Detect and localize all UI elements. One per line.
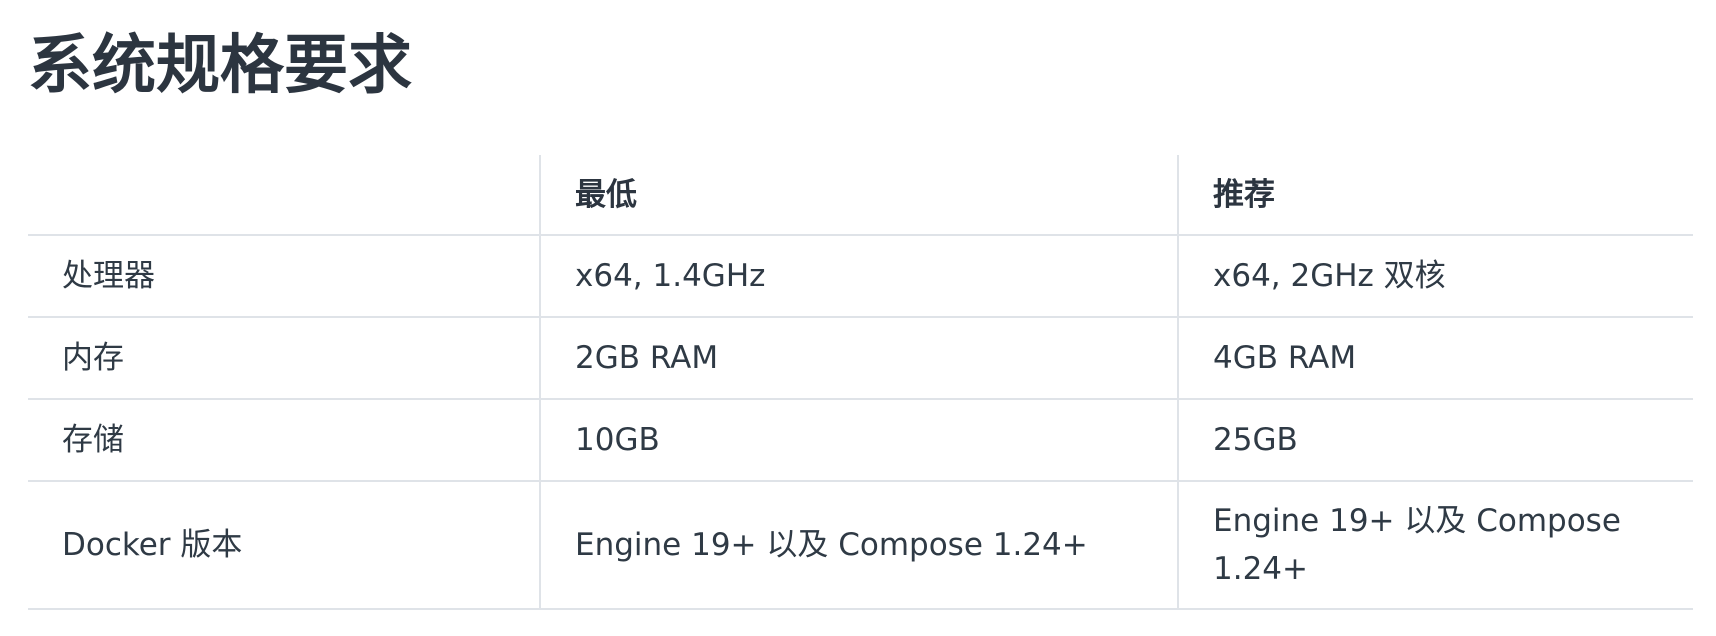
row-minimum-value: x64, 1.4GHz (540, 235, 1179, 318)
table-header-row: 最低 推荐 (28, 155, 1693, 236)
row-minimum-value: Engine 19+ 以及 Compose 1.24+ (540, 481, 1179, 610)
table-row: 内存 2GB RAM 4GB RAM (28, 317, 1693, 400)
row-label: 内存 (28, 317, 541, 400)
page-title: 系统规格要求 (28, 29, 412, 103)
table-row: 存储 10GB 25GB (28, 399, 1693, 482)
row-label: 处理器 (28, 235, 541, 318)
row-recommended-value: x64, 2GHz 双核 (1178, 235, 1693, 318)
table-row: Docker 版本 Engine 19+ 以及 Compose 1.24+ En… (28, 481, 1693, 610)
header-cell-recommended: 推荐 (1178, 155, 1693, 236)
row-recommended-value: Engine 19+ 以及 Compose 1.24+ (1178, 481, 1693, 610)
row-recommended-value: 25GB (1178, 399, 1693, 482)
row-label: Docker 版本 (28, 481, 541, 610)
header-cell-minimum: 最低 (540, 155, 1179, 236)
row-recommended-value: 4GB RAM (1178, 317, 1693, 400)
row-minimum-value: 10GB (540, 399, 1179, 482)
header-cell-empty (28, 155, 541, 236)
row-label: 存储 (28, 399, 541, 482)
row-minimum-value: 2GB RAM (540, 317, 1179, 400)
system-requirements-table: 最低 推荐 处理器 x64, 1.4GHz x64, 2GHz 双核 内存 2G… (28, 155, 1693, 610)
table-row: 处理器 x64, 1.4GHz x64, 2GHz 双核 (28, 235, 1693, 318)
